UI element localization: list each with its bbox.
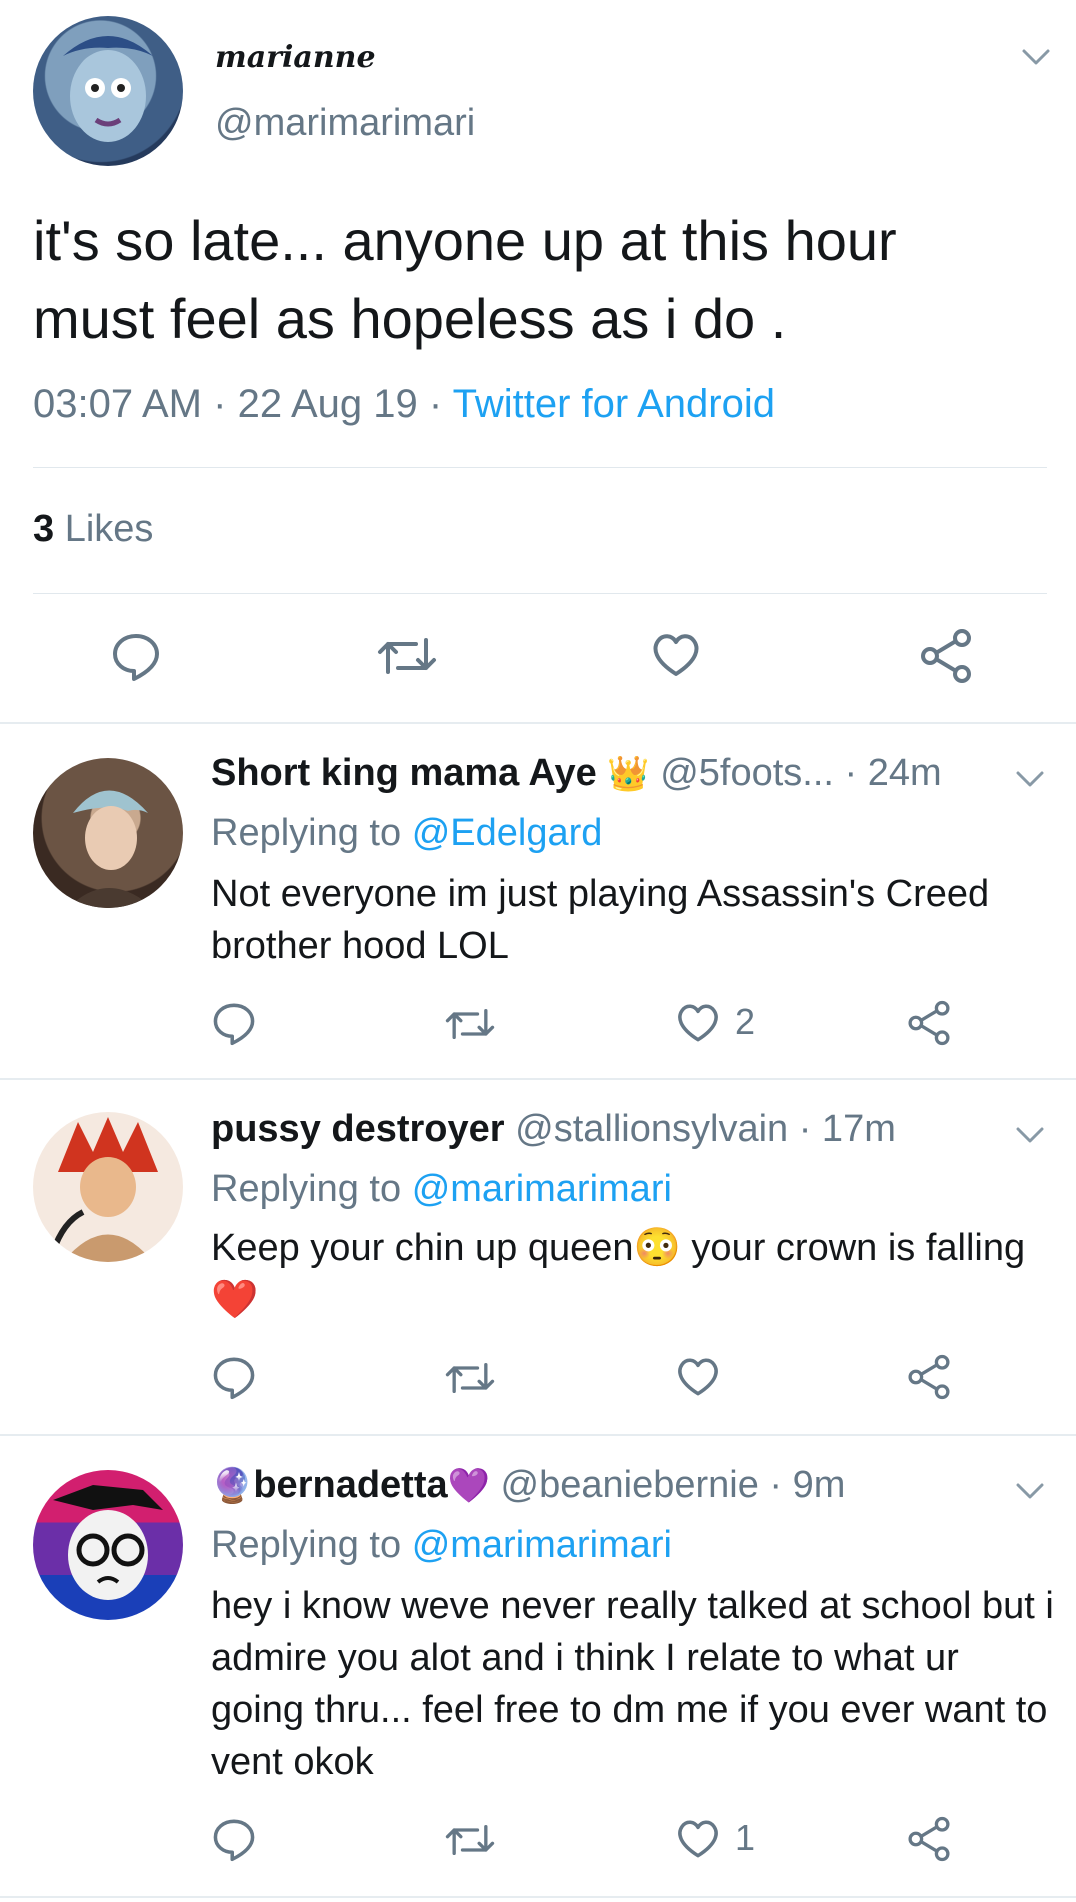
likes-label: Likes <box>64 508 154 550</box>
meta-separator: · <box>213 382 238 426</box>
reply-button[interactable] <box>211 1000 257 1046</box>
meta-separator: · <box>428 382 453 426</box>
reply-avatar[interactable] <box>33 1470 183 1620</box>
like-button[interactable] <box>675 1354 735 1398</box>
reply-avatar[interactable] <box>33 1112 183 1262</box>
avatar-art <box>50 1117 158 1262</box>
retweet-icon <box>445 1825 495 1855</box>
tweet-source-link[interactable]: Twitter for Android <box>453 382 775 426</box>
like-count: 2 <box>735 1001 756 1042</box>
share-button[interactable] <box>918 628 974 684</box>
likes-number: 3 <box>33 508 55 550</box>
share-icon <box>908 1354 950 1400</box>
reply-button[interactable] <box>211 1354 257 1400</box>
avatar-art <box>68 790 153 908</box>
share-button[interactable] <box>906 1354 952 1400</box>
share-button[interactable] <box>906 1000 952 1046</box>
like-button[interactable]: 1 <box>675 1816 755 1860</box>
reply-time: · 24m <box>844 752 942 794</box>
reply-icon <box>213 1003 255 1046</box>
reply-time: · 9m <box>769 1464 846 1506</box>
share-icon <box>908 1000 950 1046</box>
reply-author-name[interactable]: bernadetta <box>253 1464 447 1506</box>
chevron-down-icon[interactable] <box>1015 770 1045 788</box>
replying-to: Replying to @marimarimari <box>211 1168 672 1211</box>
reply-author-name[interactable]: Short king mama Aye <box>211 752 597 794</box>
reply-header: 🔮bernadetta💜 @beaniebernie · 9m <box>211 1464 845 1507</box>
reply-header: pussy destroyer @stallionsylvain · 17m <box>211 1108 896 1151</box>
tweet-text: it's so late... anyone up at this hour m… <box>33 209 897 350</box>
section-separator <box>0 1896 1076 1898</box>
like-button[interactable]: 2 <box>675 1000 755 1044</box>
reply-author-name[interactable]: pussy destroyer <box>211 1108 505 1150</box>
share-icon <box>908 1816 950 1862</box>
tweet-meta: 03:07 AM · 22 Aug 19 · Twitter for Andro… <box>33 382 775 427</box>
like-button[interactable] <box>650 630 702 678</box>
replying-to-link[interactable]: @marimarimari <box>412 1168 672 1210</box>
heart-icon <box>675 1000 721 1044</box>
retweet-icon <box>445 1363 495 1393</box>
purple-heart-emoji: 💜 <box>447 1467 490 1505</box>
reply-button[interactable] <box>211 1816 257 1862</box>
reply-author-handle[interactable]: @5foots... <box>660 752 834 794</box>
section-separator <box>0 1078 1076 1080</box>
replying-prefix: Replying to <box>211 1524 402 1566</box>
reply-text: hey i know weve never really talked at s… <box>211 1585 1054 1783</box>
retweet-button[interactable] <box>444 1358 496 1398</box>
replying-to-link[interactable]: @marimarimari <box>412 1524 672 1566</box>
heart-emoji: ❤️ <box>211 1279 259 1321</box>
share-icon <box>921 629 971 683</box>
likes-count[interactable]: 3 Likes <box>33 508 153 551</box>
retweet-icon <box>378 638 436 674</box>
author-display-name[interactable]: marianne <box>215 40 376 75</box>
divider <box>33 593 1047 594</box>
author-avatar[interactable] <box>33 16 183 166</box>
reply-header: Short king mama Aye 👑 @5foots... · 24m <box>211 752 942 795</box>
replying-prefix: Replying to <box>211 1168 402 1210</box>
heart-icon <box>675 1816 721 1860</box>
replying-prefix: Replying to <box>211 812 402 854</box>
tweet-date: 22 Aug 19 <box>237 382 418 426</box>
replying-to-link[interactable]: @Edelgard <box>412 812 603 854</box>
retweet-button[interactable] <box>444 1820 496 1860</box>
reply-button[interactable] <box>110 630 162 682</box>
chevron-down-icon[interactable] <box>1015 1126 1045 1144</box>
reply-avatar[interactable] <box>33 758 183 908</box>
section-separator <box>0 1434 1076 1436</box>
reply-author-handle[interactable]: @beaniebernie <box>501 1464 759 1506</box>
retweet-button[interactable] <box>376 632 438 680</box>
avatar-art <box>63 36 153 142</box>
chevron-down-icon[interactable] <box>1021 48 1051 66</box>
divider <box>33 467 1047 468</box>
avatar-art <box>53 1485 163 1600</box>
tweet-time: 03:07 AM <box>33 382 203 426</box>
reply-icon <box>213 1357 255 1400</box>
reply-text: Not everyone im just playing Assassin's … <box>211 873 990 967</box>
reply-text: Keep your chin up queen😳 your crown is f… <box>211 1222 1061 1326</box>
share-button[interactable] <box>906 1816 952 1862</box>
retweet-icon <box>445 1009 495 1039</box>
heart-icon <box>675 1354 721 1398</box>
reply-text-part: Keep your chin up queen <box>211 1227 634 1269</box>
replying-to: Replying to @Edelgard <box>211 812 602 855</box>
reply-time: · 17m <box>798 1108 896 1150</box>
chevron-down-icon[interactable] <box>1015 1482 1045 1500</box>
section-separator <box>0 722 1076 724</box>
crown-emoji: 👑 <box>607 755 650 793</box>
retweet-button[interactable] <box>444 1004 496 1044</box>
flushed-emoji: 😳 <box>633 1227 681 1269</box>
reply-author-handle[interactable]: @stallionsylvain <box>515 1108 788 1150</box>
reply-text-part: your crown is falling <box>680 1227 1026 1269</box>
author-handle[interactable]: @marimarimari <box>215 102 475 145</box>
heart-icon <box>653 634 699 676</box>
reply-icon <box>213 1819 255 1862</box>
reply-icon <box>113 634 159 681</box>
like-count: 1 <box>735 1817 756 1858</box>
crystal-ball-emoji: 🔮 <box>211 1467 254 1505</box>
replying-to: Replying to @marimarimari <box>211 1524 672 1567</box>
